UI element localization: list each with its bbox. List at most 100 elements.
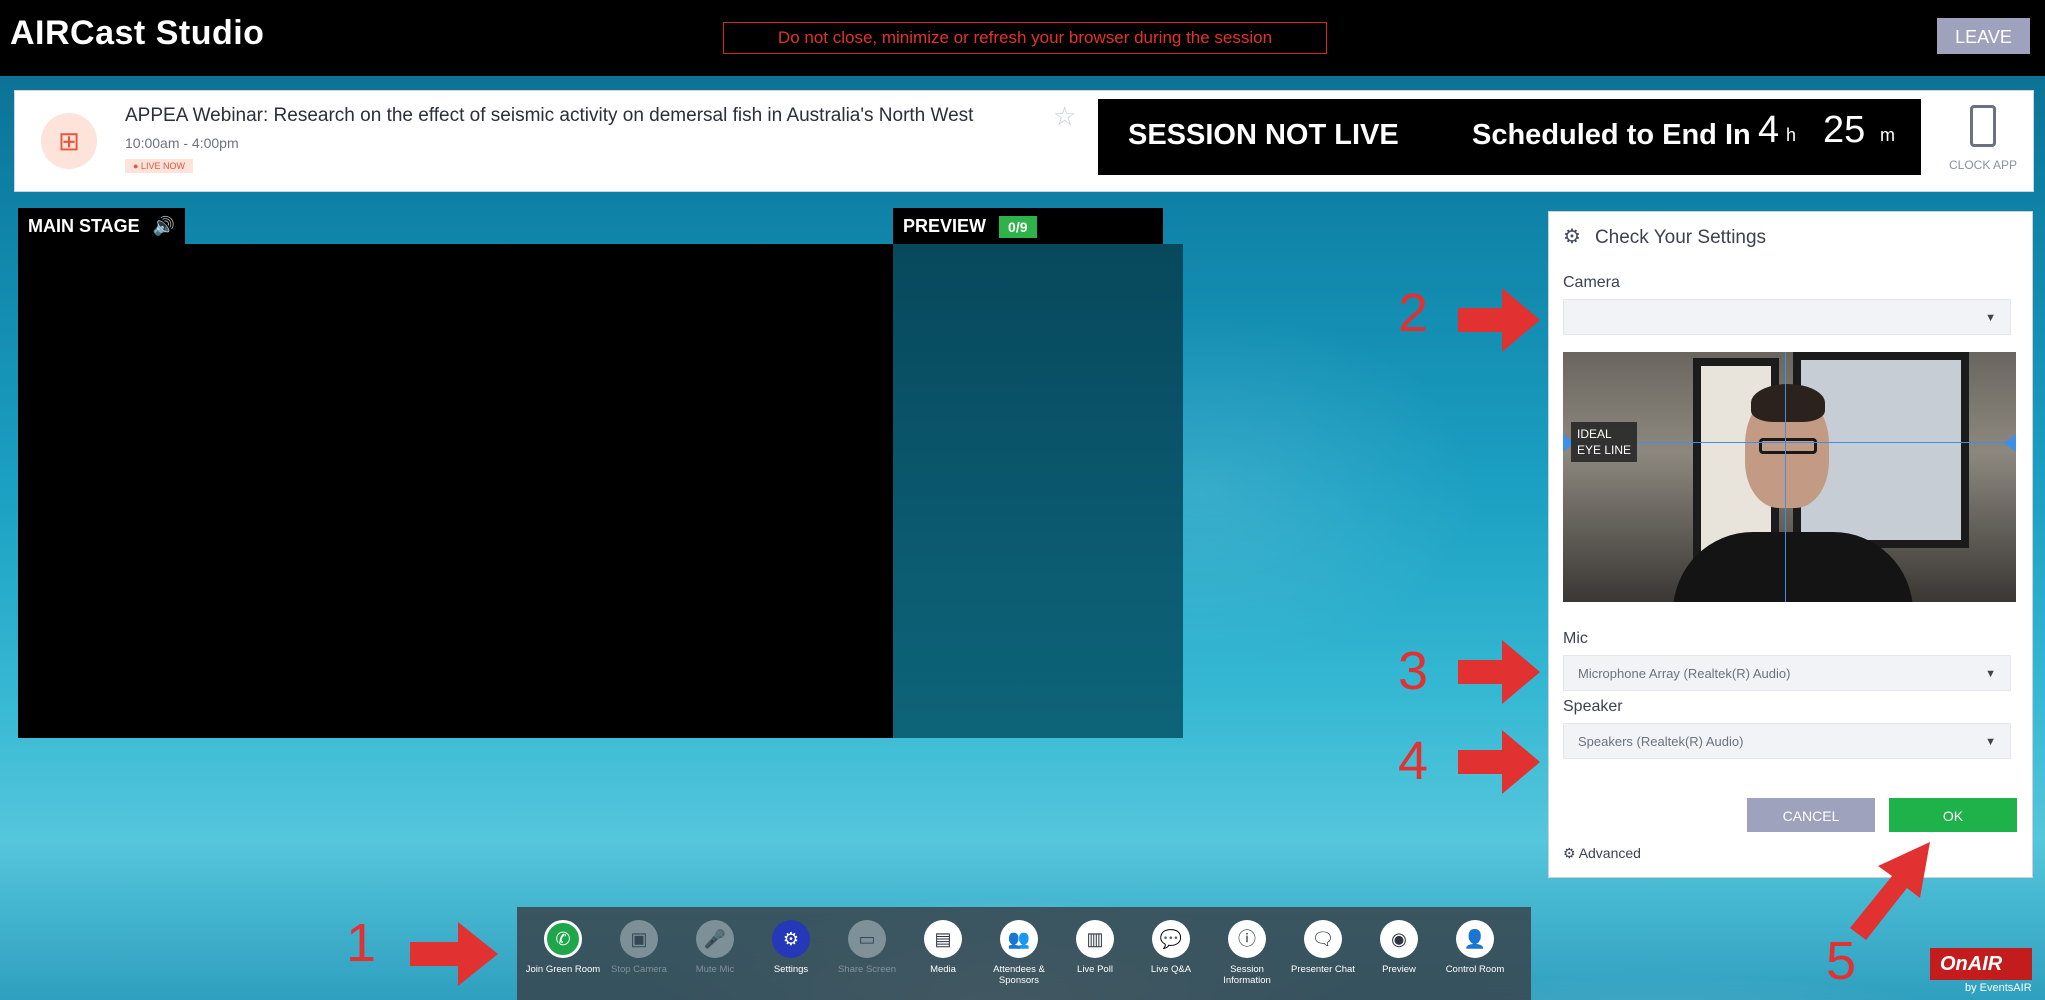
speaker-label: Speaker <box>1563 698 1623 715</box>
tool-label: Live Poll <box>1077 964 1113 975</box>
clock-app-label: CLOCK APP <box>1948 158 2018 172</box>
qa-icon: 💬 <box>1152 920 1190 958</box>
settings-title: Check Your Settings <box>1594 227 1767 248</box>
eye-line-marker-right <box>2004 434 2016 452</box>
cancel-button[interactable]: CANCEL <box>1747 798 1875 832</box>
mic-label: Mic <box>1563 630 1588 647</box>
tool-label: Settings <box>773 964 809 975</box>
tool-label: Share Screen <box>837 964 897 975</box>
eye-line-vertical <box>1785 352 1786 602</box>
camera-select[interactable]: ▼ <box>1563 299 2011 335</box>
ideal-eye-line-label: IDEAL EYE LINE <box>1571 422 1638 462</box>
eye-icon: ◉ <box>1380 920 1418 958</box>
preview-pane <box>893 244 1183 738</box>
session-status: SESSION NOT LIVE <box>1128 119 1399 151</box>
preview-label: PREVIEW <box>903 216 987 236</box>
tool-label: Stop Camera <box>611 964 667 975</box>
main-stage-video <box>18 244 894 738</box>
live-now-badge: ● LIVE NOW <box>125 159 193 173</box>
annotation-number-4: 4 <box>1398 731 1429 791</box>
presenter-chat-button[interactable]: 🗨 Presenter Chat <box>1285 920 1361 975</box>
session-status-panel: SESSION NOT LIVE Scheduled to End In 4 h… <box>1098 99 1921 175</box>
mic-select-value: Microphone Array (Realtek(R) Audio) <box>1578 666 1791 681</box>
gear-icon: ⚙ <box>1563 226 1581 248</box>
session-time: 10:00am - 4:00pm <box>125 135 239 151</box>
main-stage-tab: MAIN STAGE 🔊 <box>18 208 186 244</box>
chevron-down-icon: ▼ <box>1985 668 1996 680</box>
speaker-icon[interactable]: 🔊 <box>153 216 175 236</box>
main-stage-label: MAIN STAGE <box>28 216 140 236</box>
clock-app-button[interactable]: CLOCK APP <box>1938 99 2028 185</box>
minutes-value: 25 <box>1823 109 1866 151</box>
mute-mic-button[interactable]: 🎤 Mute Mic <box>677 920 753 975</box>
tool-label: Join Green Room <box>525 964 601 975</box>
gear-icon: ⚙ <box>772 920 810 958</box>
annotation-arrow-3 <box>1458 640 1540 704</box>
tool-label: Control Room <box>1445 964 1505 975</box>
preview-count-badge: 0/9 <box>999 216 1037 239</box>
eventsair-label: by EventsAIR <box>1965 982 2032 994</box>
advanced-link[interactable]: ⚙ Advanced <box>1563 845 1641 862</box>
screen-icon: ▭ <box>848 920 886 958</box>
annotation-arrow-5 <box>1850 842 1930 940</box>
preview-button[interactable]: ◉ Preview <box>1361 920 1437 975</box>
advanced-label: Advanced <box>1578 845 1641 861</box>
hours-value: 4 <box>1758 109 1780 151</box>
chevron-down-icon: ▼ <box>1985 736 1996 748</box>
tool-label: Attendees & Sponsors <box>993 964 1045 986</box>
scheduled-label: Scheduled to End In <box>1472 119 1751 151</box>
user-icon: 👤 <box>1456 920 1494 958</box>
tool-label: Live Q&A <box>1150 964 1192 975</box>
tool-label: Session Information <box>1223 964 1271 986</box>
join-green-room-button[interactable]: ✆ Join Green Room <box>525 920 601 975</box>
phone-icon <box>1970 105 1996 147</box>
camera-label: Camera <box>1563 274 1620 291</box>
chevron-down-icon: ▼ <box>1985 312 1996 324</box>
settings-small-icon: ⚙ <box>1563 845 1576 861</box>
live-poll-button[interactable]: ▥ Live Poll <box>1057 920 1133 975</box>
control-room-button[interactable]: 👤 Control Room <box>1437 920 1513 975</box>
annotation-arrow-4 <box>1458 730 1540 794</box>
attendees-sponsors-button[interactable]: 👥 Attendees & Sponsors <box>981 920 1057 986</box>
session-title: APPEA Webinar: Research on the effect of… <box>125 105 974 126</box>
ok-button[interactable]: OK <box>1889 798 2017 832</box>
tool-label: Media <box>930 964 956 975</box>
live-qa-button[interactable]: 💬 Live Q&A <box>1133 920 1209 975</box>
annotation-number-1: 1 <box>346 913 377 973</box>
settings-panel: ⚙ Check Your Settings Camera ▼ IDEAL EYE … <box>1548 211 2033 878</box>
media-button[interactable]: ▤ Media <box>905 920 981 975</box>
speaker-select[interactable]: Speakers (Realtek(R) Audio) ▼ <box>1563 723 2011 759</box>
share-screen-button[interactable]: ▭ Share Screen <box>829 920 905 975</box>
annotation-number-3: 3 <box>1398 641 1429 701</box>
info-icon: ⓘ <box>1228 920 1266 958</box>
session-information-button[interactable]: ⓘ Session Information <box>1209 920 1285 986</box>
person-glasses <box>1759 438 1817 454</box>
tool-label: Preview <box>1382 964 1416 975</box>
person-hair <box>1751 384 1825 422</box>
camera-icon: ▣ <box>620 920 658 958</box>
speaker-select-value: Speakers (Realtek(R) Audio) <box>1578 734 1744 749</box>
presentation-icon: ⊞ <box>41 113 97 169</box>
mic-icon: 🎤 <box>696 920 734 958</box>
onair-logo: OnAIR <box>1930 948 2032 980</box>
mic-select[interactable]: Microphone Array (Realtek(R) Audio) ▼ <box>1563 655 2011 691</box>
preview-tab: PREVIEW 0/9 <box>893 208 1163 244</box>
hours-unit: h <box>1786 125 1797 145</box>
tool-label: Presenter Chat <box>1291 964 1355 975</box>
annotation-arrow-1 <box>410 922 498 986</box>
top-bar: AIRCast Studio Do not close, minimize or… <box>0 0 2045 76</box>
leave-button[interactable]: LEAVE <box>1937 18 2030 54</box>
camera-preview: IDEAL EYE LINE <box>1563 352 2016 602</box>
bottom-toolbar: ✆ Join Green Room ▣ Stop Camera 🎤 Mute M… <box>517 907 1531 1000</box>
annotation-arrow-2 <box>1458 288 1540 352</box>
media-icon: ▤ <box>924 920 962 958</box>
tool-label: Mute Mic <box>695 964 735 975</box>
chat-icon: 🗨 <box>1304 920 1342 958</box>
stop-camera-button[interactable]: ▣ Stop Camera <box>601 920 677 975</box>
favorite-star-icon[interactable]: ☆ <box>1053 101 1076 132</box>
session-header: ⊞ APPEA Webinar: Research on the effect … <box>14 90 2034 192</box>
minutes-unit: m <box>1880 125 1895 145</box>
app-title: AIRCast Studio <box>10 14 265 52</box>
people-icon: 👥 <box>1000 920 1038 958</box>
settings-button[interactable]: ⚙ Settings <box>753 920 829 975</box>
